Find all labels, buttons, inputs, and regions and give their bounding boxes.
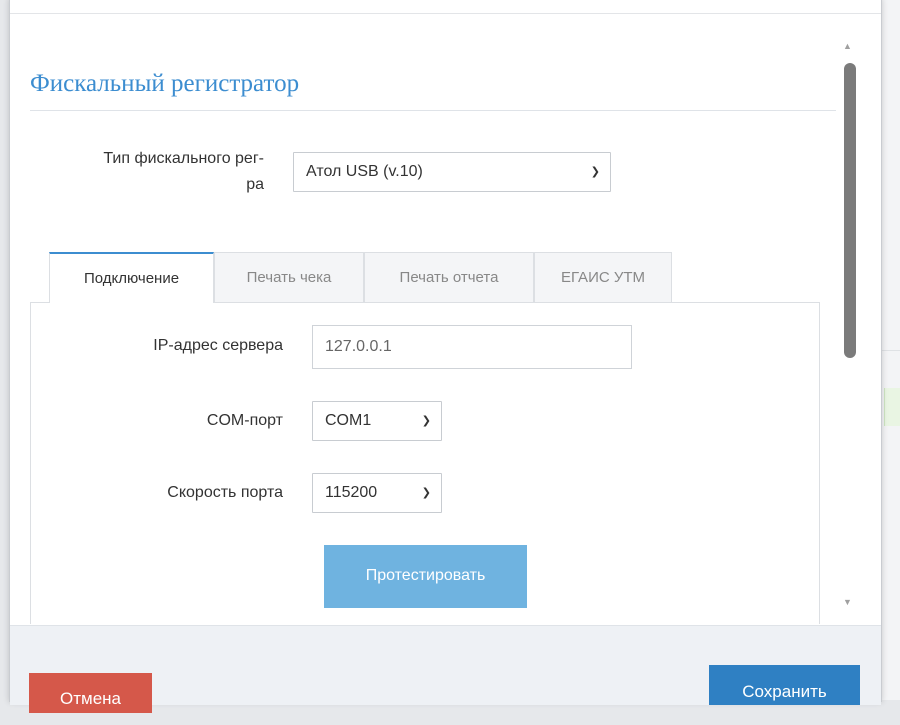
register-type-value: Атол USB (v.10) [306,163,423,180]
title-divider [30,110,836,111]
chevron-down-icon: ❯ [421,486,431,499]
dialog-scroll-area[interactable]: Фискальный регистратор Тип фискального р… [10,14,881,624]
section-title: Фискальный регистратор [30,70,300,97]
register-type-label: Тип фискального рег- ра [103,150,264,193]
tab-report-printing[interactable]: Печать отчета [364,252,534,302]
port-speed-value: 115200 [325,484,378,501]
chevron-down-icon: ❯ [590,165,600,178]
com-port-value: COM1 [325,412,372,429]
com-port-label: COM-порт [206,412,283,429]
scroll-down-arrow-icon[interactable]: ▼ [843,597,852,607]
scrollbar-thumb[interactable] [844,63,856,358]
com-port-select[interactable]: COM1 ❯ [312,401,442,441]
dialog-footer: Отмена Сохранить [10,625,881,713]
save-button[interactable]: Сохранить [709,665,860,705]
fiscal-register-dialog: Фискальный регистратор Тип фискального р… [9,0,882,713]
register-type-select[interactable]: Атол USB (v.10) ❯ [293,152,611,192]
background-divider [882,350,900,351]
ip-address-label: IP-адрес сервера [153,337,283,354]
chevron-down-icon: ❯ [421,414,431,427]
background-page [882,0,900,700]
vertical-scrollbar[interactable]: ▲ ▼ [840,29,858,619]
tab-receipt-printing[interactable]: Печать чека [214,252,364,302]
tab-egais-utm[interactable]: ЕГАИС УТМ [534,252,672,302]
cancel-button[interactable]: Отмена [29,673,152,713]
ip-address-input[interactable]: 127.0.0.1 [312,325,632,369]
test-button[interactable]: Протестировать [324,545,527,608]
scroll-up-arrow-icon[interactable]: ▲ [843,41,852,51]
port-speed-label: Скорость порта [167,484,283,501]
background-green-element [884,388,900,426]
port-speed-select[interactable]: 115200 ❯ [312,473,442,513]
tab-connection[interactable]: Подключение [49,252,214,303]
